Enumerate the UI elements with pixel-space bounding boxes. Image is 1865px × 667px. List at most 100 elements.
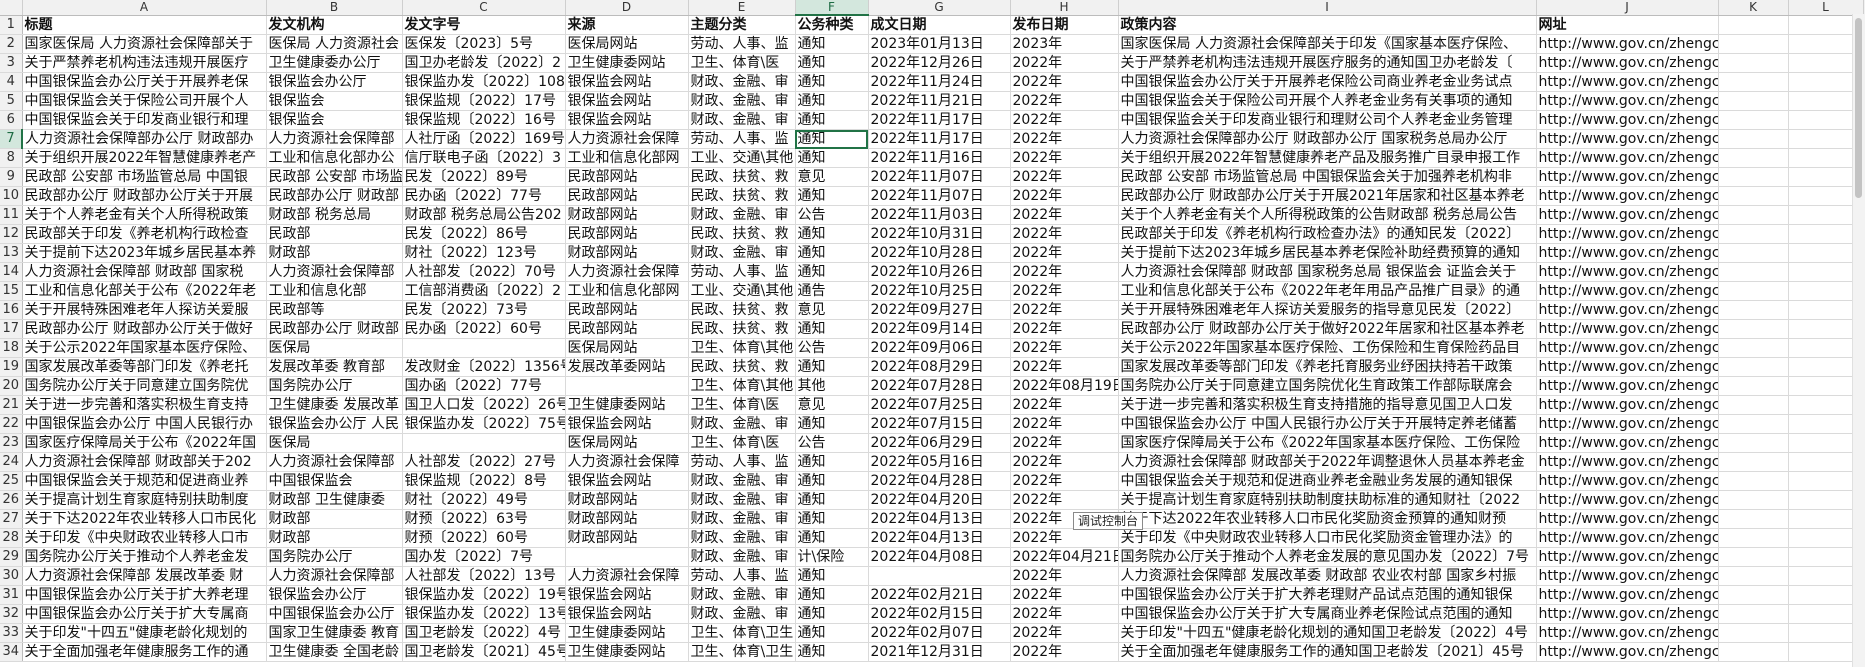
cell-k12[interactable] [1718, 224, 1789, 244]
row-header[interactable]: 2 [0, 34, 23, 54]
cell-b31[interactable]: 银保监会办公厅 [266, 585, 403, 605]
cell-d23[interactable]: 医保局网站 [565, 433, 689, 453]
cell-f3[interactable]: 通知 [795, 53, 869, 73]
cell-g4[interactable]: 2022年11月24日 [868, 72, 1011, 92]
row-header[interactable]: 26 [0, 490, 23, 510]
cell-g24[interactable]: 2022年05月16日 [868, 452, 1011, 472]
cell-j11[interactable]: http://www.gov.cn/zhengce/zhengceku/2022… [1536, 205, 1719, 225]
cell-g27[interactable]: 2022年04月13日 [868, 509, 1011, 529]
cell-i21[interactable]: 关于进一步完善和落实积极生育支持措施的指导意见国卫人口发 [1118, 395, 1537, 415]
cell-d14[interactable]: 人力资源社会保障 [565, 262, 689, 282]
cell-k28[interactable] [1718, 528, 1789, 548]
cell-k19[interactable] [1718, 357, 1789, 377]
cell-f30[interactable]: 通知 [795, 566, 869, 586]
cell-f14[interactable]: 通知 [795, 262, 869, 282]
cell-h12[interactable]: 2022年 [1010, 224, 1119, 244]
cell-f22[interactable]: 通知 [795, 414, 869, 434]
cell-j12[interactable]: http://www.gov.cn/zhengce/zhengceku/2022… [1536, 224, 1719, 244]
cell-c30[interactable]: 人社部发〔2022〕13号 [402, 566, 566, 586]
cell-b5[interactable]: 银保监会 [266, 91, 403, 111]
column-header-d[interactable]: D [565, 0, 689, 16]
row-header[interactable]: 11 [0, 205, 23, 225]
cell-f25[interactable]: 通知 [795, 471, 869, 491]
cell-a10[interactable]: 民政部办公厅 财政部办公厅关于开展 [22, 186, 267, 206]
cell-b3[interactable]: 卫生健康委办公厅 [266, 53, 403, 73]
cell-g14[interactable]: 2022年10月26日 [868, 262, 1011, 282]
cell-d21[interactable]: 卫生健康委网站 [565, 395, 689, 415]
cell-a16[interactable]: 关于开展特殊困难老年人探访关爱服 [22, 300, 267, 320]
cell-c22[interactable]: 银保监办发〔2022〕75号 [402, 414, 566, 434]
column-header-c[interactable]: C [402, 0, 566, 16]
cell-i15[interactable]: 工业和信息化部关于公布《2022年老年用品产品推广目录》的通 [1118, 281, 1537, 301]
cell-j3[interactable]: http://www.gov.cn/zhengce/zhengceku/2022… [1536, 53, 1719, 73]
cell-h29[interactable]: 2022年04月21日 [1010, 547, 1119, 567]
cell-d25[interactable]: 银保监会网站 [565, 471, 689, 491]
cell-h15[interactable]: 2022年 [1010, 281, 1119, 301]
cell-i3[interactable]: 关于严禁养老机构违法违规开展医疗服务的通知国卫办老龄发〔 [1118, 53, 1537, 73]
cell-e11[interactable]: 财政、金融、审 [688, 205, 796, 225]
cell-i18[interactable]: 关于公示2022年国家基本医疗保险、工伤保险和生育保险药品目 [1118, 338, 1537, 358]
cell-f31[interactable]: 通知 [795, 585, 869, 605]
cell-a12[interactable]: 民政部关于印发《养老机构行政检查 [22, 224, 267, 244]
cell-c33[interactable]: 国卫老龄发〔2022〕4号 [402, 623, 566, 643]
cell-c27[interactable]: 财预〔2022〕63号 [402, 509, 566, 529]
row-header[interactable]: 24 [0, 452, 23, 472]
cell-j18[interactable]: http://www.gov.cn/zhengce/zhengceku/2022… [1536, 338, 1719, 358]
row-header[interactable]: 23 [0, 433, 23, 453]
cell-j16[interactable]: http://www.gov.cn/zhengce/zhengceku/2022… [1536, 300, 1719, 320]
cell-f26[interactable]: 通知 [795, 490, 869, 510]
cell-d4[interactable]: 银保监会网站 [565, 72, 689, 92]
cell-f21[interactable]: 意见 [795, 395, 869, 415]
row-header[interactable]: 27 [0, 509, 23, 529]
cell-i19[interactable]: 国家发展改革委等部门印发《养老托育服务业纾困扶持若干政策 [1118, 357, 1537, 377]
cell-e8[interactable]: 工业、交通\其他 [688, 148, 796, 168]
cell-h2[interactable]: 2023年 [1010, 34, 1119, 54]
cell-g33[interactable]: 2022年02月07日 [868, 623, 1011, 643]
cell-i14[interactable]: 人力资源社会保障部 财政部 国家税务总局 银保监会 证监会关于 [1118, 262, 1537, 282]
cell-b32[interactable]: 中国银保监会办公厅 [266, 604, 403, 624]
cell-f13[interactable]: 通知 [795, 243, 869, 263]
cell-h6[interactable]: 2022年 [1010, 110, 1119, 130]
cell-f6[interactable]: 通知 [795, 110, 869, 130]
cell-k26[interactable] [1718, 490, 1789, 510]
cell-a30[interactable]: 人力资源社会保障部 发展改革委 财 [22, 566, 267, 586]
cell-h24[interactable]: 2022年 [1010, 452, 1119, 472]
cell-j26[interactable]: http://www.gov.cn/zhengce/zhengceku/2022… [1536, 490, 1719, 510]
cell-e15[interactable]: 工业、交通\其他 [688, 281, 796, 301]
cell-g5[interactable]: 2022年11月21日 [868, 91, 1011, 111]
cell-e17[interactable]: 民政、扶贫、救 [688, 319, 796, 339]
cell-c6[interactable]: 银保监规〔2022〕16号 [402, 110, 566, 130]
cell-d1[interactable]: 来源 [565, 15, 689, 35]
cell-g18[interactable]: 2022年09月06日 [868, 338, 1011, 358]
cell-k1[interactable] [1718, 15, 1789, 35]
row-header[interactable]: 19 [0, 357, 23, 377]
cell-a20[interactable]: 国务院办公厅关于同意建立国务院优 [22, 376, 267, 396]
cell-e25[interactable]: 财政、金融、审 [688, 471, 796, 491]
cell-c24[interactable]: 人社部发〔2022〕27号 [402, 452, 566, 472]
cell-k17[interactable] [1718, 319, 1789, 339]
cell-i32[interactable]: 中国银保监会办公厅关于扩大专属商业养老保险试点范围的通知 [1118, 604, 1537, 624]
cell-h13[interactable]: 2022年 [1010, 243, 1119, 263]
cell-g26[interactable]: 2022年04月20日 [868, 490, 1011, 510]
cell-b6[interactable]: 银保监会 [266, 110, 403, 130]
cell-d5[interactable]: 银保监会网站 [565, 91, 689, 111]
cell-i9[interactable]: 民政部 公安部 市场监管总局 中国银保监会关于加强养老机构非 [1118, 167, 1537, 187]
row-header[interactable]: 7 [0, 129, 23, 149]
cell-a4[interactable]: 中国银保监会办公厅关于开展养老保 [22, 72, 267, 92]
cell-e34[interactable]: 卫生、体育\卫生 [688, 642, 796, 662]
cell-d11[interactable]: 财政部网站 [565, 205, 689, 225]
cell-f32[interactable]: 通知 [795, 604, 869, 624]
row-header[interactable]: 18 [0, 338, 23, 358]
cell-b13[interactable]: 财政部 [266, 243, 403, 263]
cell-h16[interactable]: 2022年 [1010, 300, 1119, 320]
cell-f24[interactable]: 通知 [795, 452, 869, 472]
cell-k24[interactable] [1718, 452, 1789, 472]
cell-i13[interactable]: 关于提前下达2023年城乡居民基本养老保险补助经费预算的通知 [1118, 243, 1537, 263]
cell-a23[interactable]: 国家医疗保障局关于公布《2022年国 [22, 433, 267, 453]
cell-i34[interactable]: 关于全面加强老年健康服务工作的通知国卫老龄发〔2021〕45号 [1118, 642, 1537, 662]
cell-f16[interactable]: 意见 [795, 300, 869, 320]
cell-j5[interactable]: http://www.gov.cn/zhengce/zhengceku/2022… [1536, 91, 1719, 111]
cell-g11[interactable]: 2022年11月03日 [868, 205, 1011, 225]
cell-f11[interactable]: 公告 [795, 205, 869, 225]
cell-h31[interactable]: 2022年 [1010, 585, 1119, 605]
